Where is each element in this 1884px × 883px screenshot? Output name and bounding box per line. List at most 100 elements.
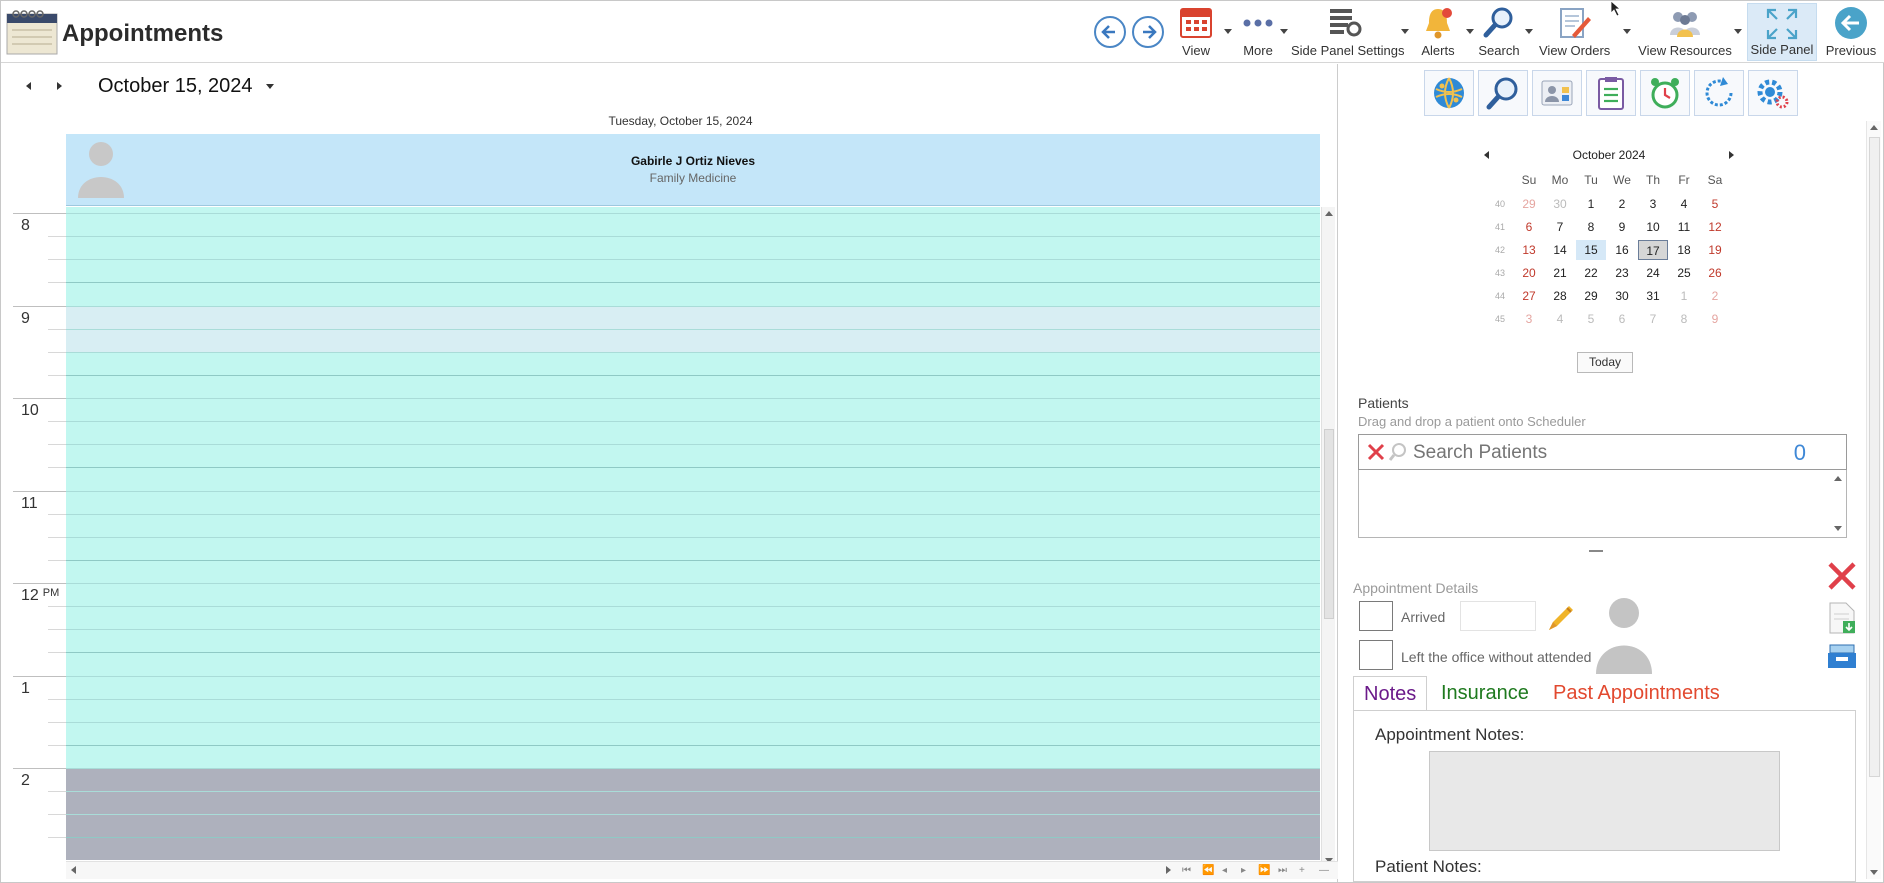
calendar-day[interactable]: 3	[1638, 194, 1668, 214]
side-panel-scrollbar[interactable]	[1866, 121, 1881, 879]
today-button[interactable]: Today	[1577, 352, 1633, 373]
arrived-time-field[interactable]	[1460, 601, 1536, 631]
calendar-day[interactable]: 22	[1576, 263, 1606, 283]
time-slot[interactable]	[66, 398, 1320, 421]
chevron-down-icon[interactable]	[1280, 29, 1288, 34]
tab-insurance[interactable]: Insurance	[1431, 676, 1539, 711]
calendar-day[interactable]: 6	[1607, 309, 1637, 329]
patients-list[interactable]	[1358, 470, 1847, 538]
calendar-day[interactable]: 8	[1669, 309, 1699, 329]
calendar-day[interactable]: 8	[1576, 217, 1606, 237]
search-input[interactable]	[1413, 442, 1793, 464]
refresh-button[interactable]	[1694, 70, 1744, 116]
time-slot[interactable]	[66, 282, 1320, 305]
calendar-day[interactable]: 3	[1514, 309, 1544, 329]
scroll-up-icon[interactable]	[1325, 211, 1333, 216]
previous-day-icon[interactable]	[26, 82, 31, 90]
time-slot[interactable]	[66, 837, 1320, 860]
time-slot[interactable]	[66, 629, 1320, 652]
calendar-day[interactable]: 2	[1700, 286, 1730, 306]
panel-splitter[interactable]	[1589, 550, 1603, 552]
scroll-down-icon[interactable]	[1870, 870, 1878, 875]
calendar-day[interactable]: 7	[1545, 217, 1575, 237]
chevron-down-icon[interactable]	[266, 84, 274, 89]
remove-icon[interactable]: —	[1319, 865, 1329, 876]
calendar-day[interactable]: 12	[1700, 217, 1730, 237]
patient-card-button[interactable]	[1532, 70, 1582, 116]
step-forward-icon[interactable]: ▸	[1241, 865, 1246, 876]
calendar-day[interactable]: 9	[1700, 309, 1730, 329]
calendar-day[interactable]: 29	[1514, 194, 1544, 214]
magnifier-button[interactable]	[1478, 70, 1528, 116]
tab-notes[interactable]: Notes	[1353, 676, 1428, 711]
globe-network-button[interactable]	[1424, 70, 1474, 116]
chevron-down-icon[interactable]	[1623, 29, 1631, 34]
calendar-day[interactable]: 30	[1607, 286, 1637, 306]
close-icon[interactable]	[1366, 442, 1386, 467]
clipboard-list-button[interactable]	[1586, 70, 1636, 116]
arrow-right-icon[interactable]	[1132, 16, 1164, 48]
time-slot[interactable]	[66, 721, 1320, 745]
appointment-grid[interactable]	[66, 207, 1320, 860]
calendar-day[interactable]: 5	[1700, 194, 1730, 214]
time-slot[interactable]	[66, 236, 1320, 259]
time-slot[interactable]	[66, 305, 1320, 329]
time-slot[interactable]	[66, 374, 1320, 398]
horizontal-scrollbar[interactable]: ⏮ ⏪ ◂ ▸ ⏩ ⏭ + —	[66, 861, 1338, 879]
calendar-day[interactable]: 21	[1545, 263, 1575, 283]
scroll-thumb[interactable]	[1869, 137, 1880, 777]
view-resources-button[interactable]: View Resources	[1638, 3, 1732, 61]
time-slot[interactable]	[66, 559, 1320, 583]
step-back-icon[interactable]: ◂	[1222, 865, 1227, 876]
pencil-icon[interactable]	[1545, 602, 1577, 639]
side-panel-settings-button[interactable]: Side Panel Settings	[1291, 3, 1404, 61]
more-button[interactable]: More	[1235, 3, 1281, 61]
scroll-up-icon[interactable]	[1834, 476, 1842, 481]
time-slot[interactable]	[66, 814, 1320, 837]
first-page-icon[interactable]: ⏮	[1182, 865, 1191, 876]
calendar-day[interactable]: 4	[1545, 309, 1575, 329]
add-icon[interactable]: +	[1299, 865, 1305, 876]
chevron-down-icon[interactable]	[1224, 29, 1232, 34]
calendar-day[interactable]: 18	[1669, 240, 1699, 260]
calendar-day[interactable]: 29	[1576, 286, 1606, 306]
calendar-day[interactable]: 13	[1514, 240, 1544, 260]
calendar-day[interactable]: 2	[1607, 194, 1637, 214]
time-slot[interactable]	[66, 351, 1320, 375]
scroll-left-icon[interactable]	[71, 866, 76, 874]
calendar-day[interactable]: 6	[1514, 217, 1544, 237]
tab-past-appointments[interactable]: Past Appointments	[1543, 676, 1730, 711]
alarm-clock-button[interactable]	[1640, 70, 1690, 116]
time-slot[interactable]	[66, 536, 1320, 560]
scroll-up-icon[interactable]	[1870, 125, 1878, 130]
archive-tray-icon[interactable]	[1826, 639, 1858, 676]
calendar-day[interactable]: 27	[1514, 286, 1544, 306]
time-slot[interactable]	[66, 698, 1320, 722]
time-slot[interactable]	[66, 490, 1320, 514]
calendar-day[interactable]: 20	[1514, 263, 1544, 283]
left-office-checkbox[interactable]	[1359, 640, 1393, 670]
time-slot[interactable]	[66, 328, 1320, 352]
time-slot[interactable]	[66, 513, 1320, 537]
time-slot[interactable]	[66, 768, 1320, 791]
side-panel-button[interactable]: Side Panel	[1747, 3, 1817, 61]
time-slot[interactable]	[66, 467, 1320, 490]
calendar-day[interactable]: 7	[1638, 309, 1668, 329]
calendar-day[interactable]: 5	[1576, 309, 1606, 329]
time-slot[interactable]	[66, 744, 1320, 768]
calendar-day[interactable]: 4	[1669, 194, 1699, 214]
chevron-down-icon[interactable]	[1466, 29, 1474, 34]
alerts-button[interactable]: Alerts	[1416, 3, 1460, 61]
calendar-day[interactable]: 19	[1700, 240, 1730, 260]
time-slot[interactable]	[66, 791, 1320, 814]
time-slot[interactable]	[66, 213, 1320, 236]
calendar-day[interactable]: 16	[1607, 240, 1637, 260]
time-slot[interactable]	[66, 606, 1320, 629]
calendar-day[interactable]: 25	[1669, 263, 1699, 283]
calendar-day[interactable]: 17	[1638, 240, 1668, 260]
calendar-day[interactable]: 1	[1669, 286, 1699, 306]
scroll-right-icon[interactable]	[1166, 866, 1171, 874]
calendar-day[interactable]: 14	[1545, 240, 1575, 260]
time-slot[interactable]	[66, 675, 1320, 699]
calendar-day[interactable]: 11	[1669, 217, 1699, 237]
